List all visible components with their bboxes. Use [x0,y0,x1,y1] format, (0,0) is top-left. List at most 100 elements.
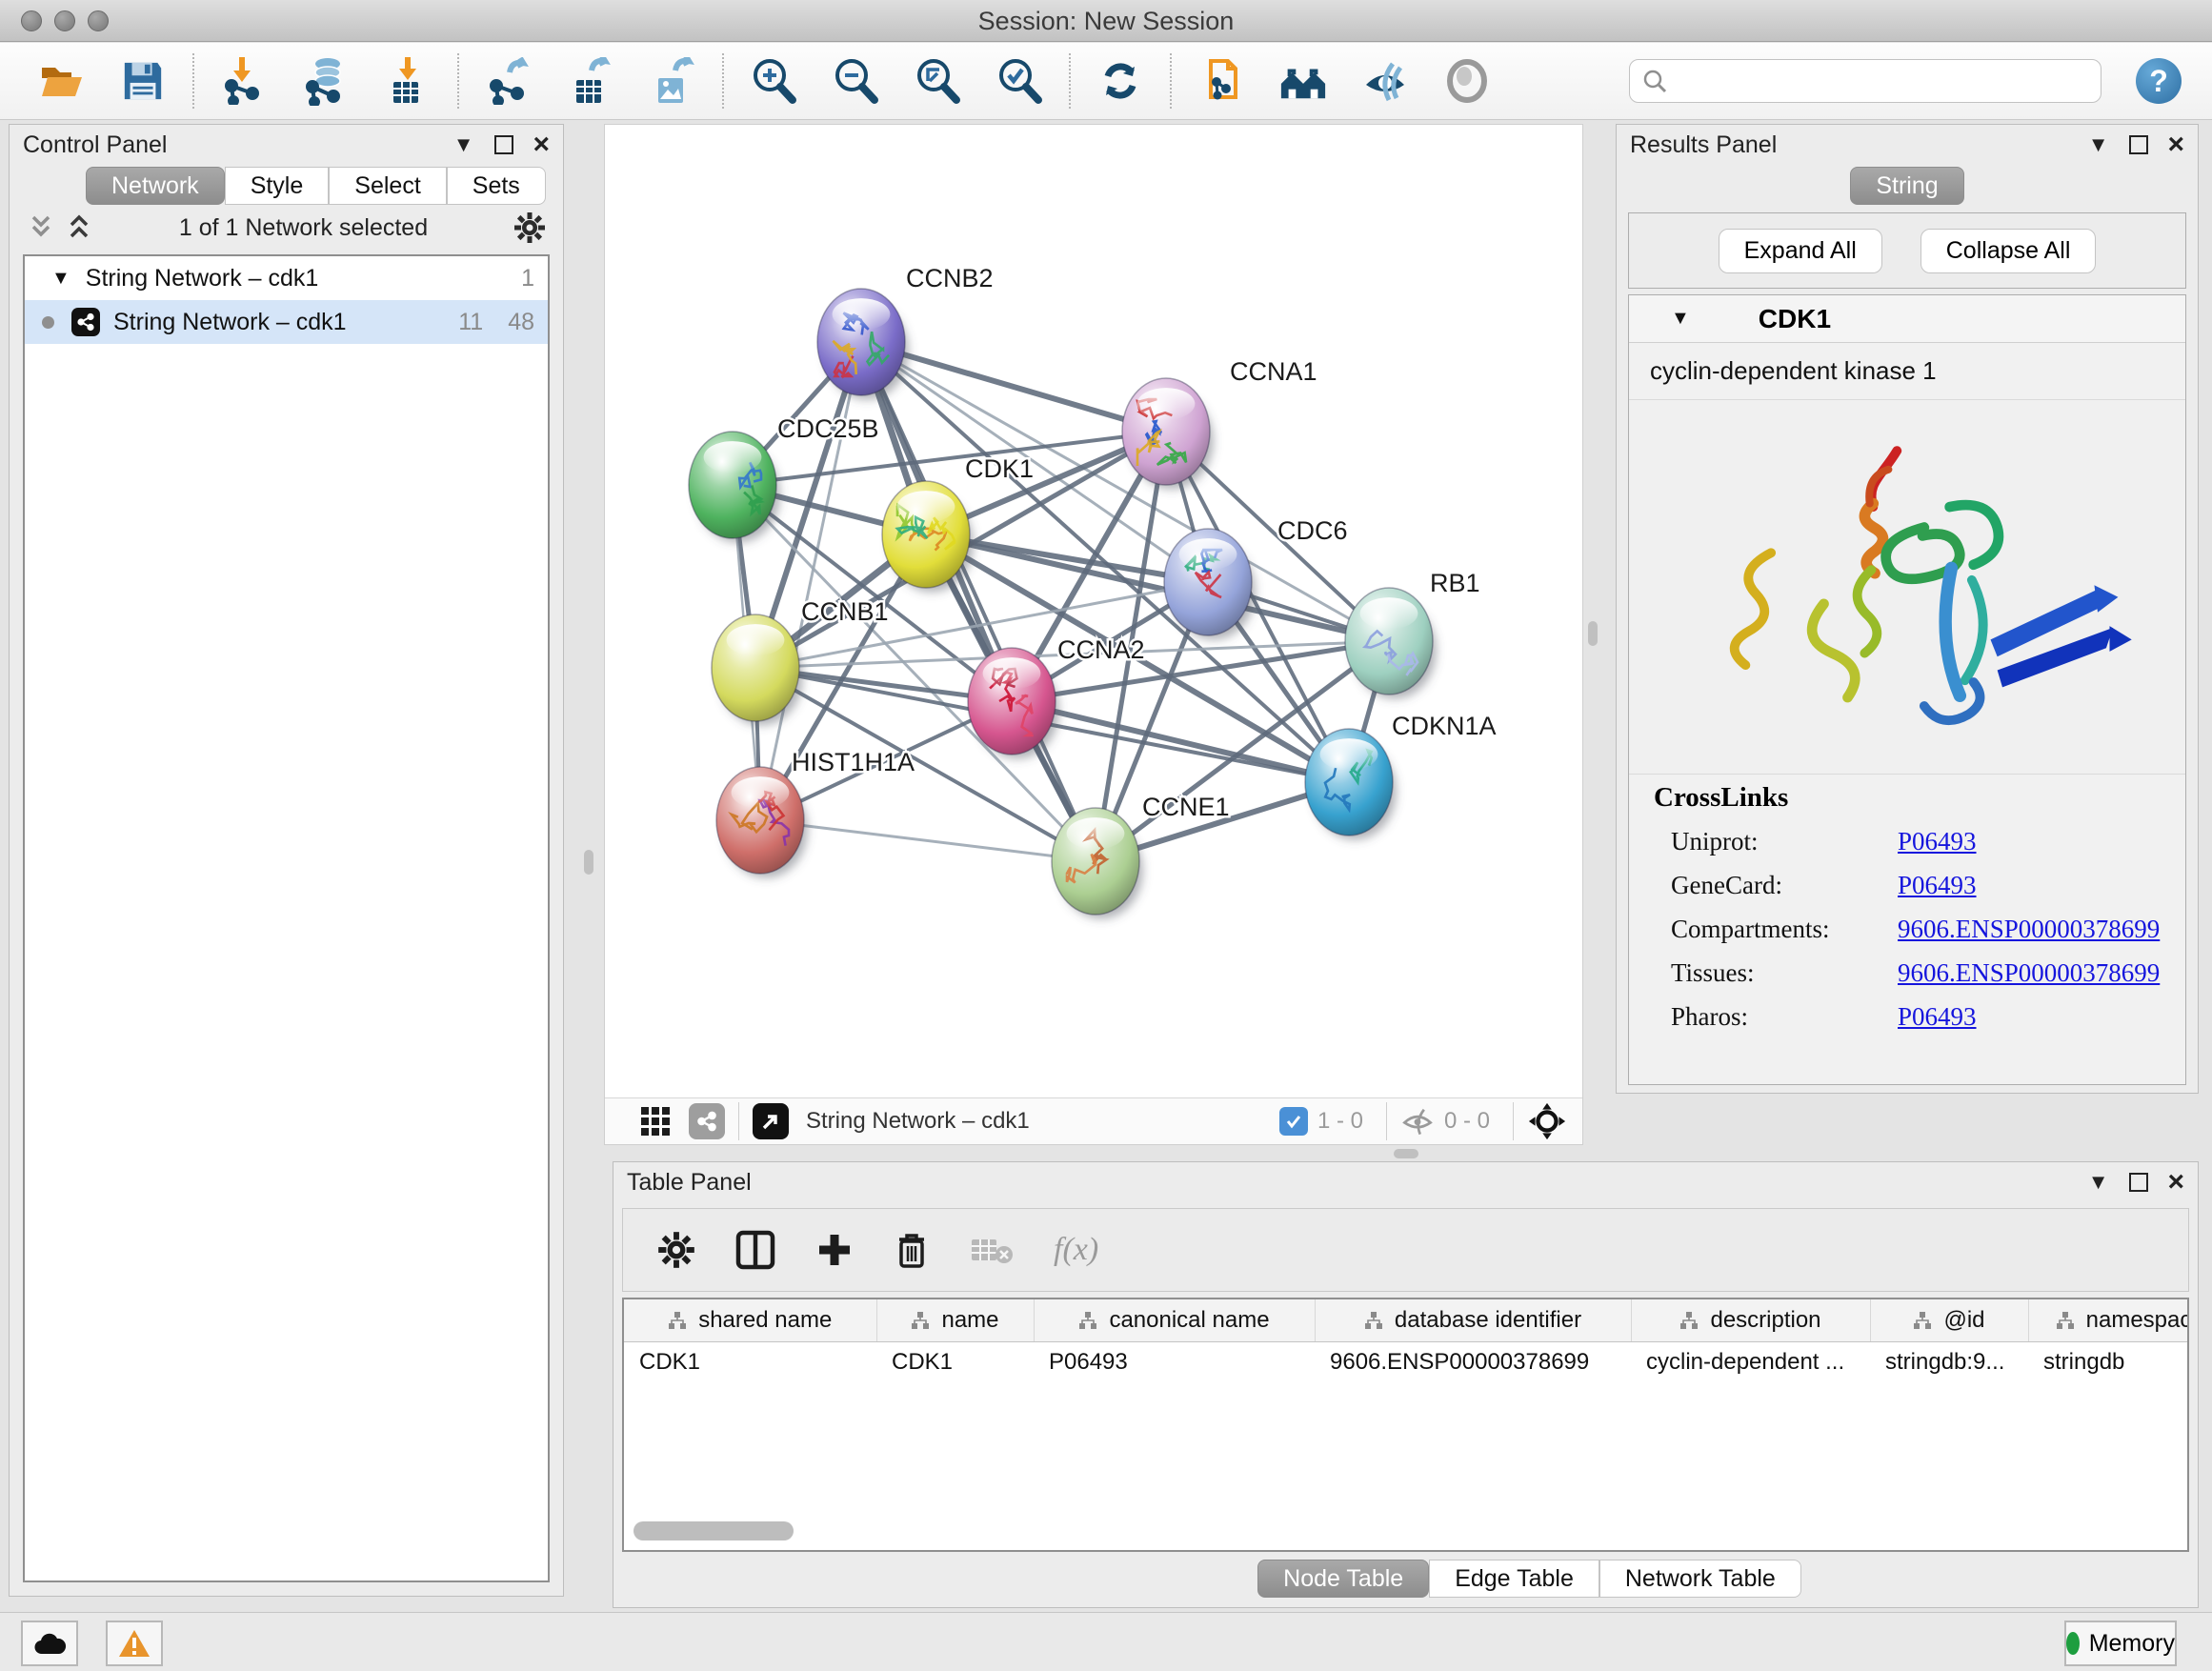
tab-sets[interactable]: Sets [447,167,546,205]
add-icon[interactable] [815,1231,854,1269]
collapse-triangle-icon[interactable]: ▼ [51,268,70,290]
search-input[interactable] [1668,68,2078,94]
network-node-hist1h1a[interactable]: HIST1H1A [716,748,915,877]
memory-button[interactable]: Memory [2064,1621,2177,1666]
network-node-cdkn1a[interactable]: CDKN1A [1305,712,1497,839]
collection-count: 1 [521,265,534,292]
warnings-button[interactable] [106,1621,163,1666]
float-panel-icon[interactable]: ▼ [2088,132,2109,157]
maximize-panel-icon[interactable] [2129,135,2148,154]
zoom-out-button[interactable] [831,56,880,106]
import-network-button[interactable] [219,56,269,106]
close-panel-icon[interactable]: × [533,129,550,161]
network-canvas[interactable]: CCNB2CCNA1CDC25BCDK1CDC6RB1CCNB1CCNA2CDK… [605,125,1584,1093]
tab-edge-table[interactable]: Edge Table [1429,1560,1599,1598]
expand-all-icon[interactable] [65,211,93,244]
zoom-selected-button[interactable] [995,56,1044,106]
close-panel-icon[interactable]: × [2167,1166,2184,1198]
gear-icon[interactable] [657,1231,695,1269]
grid-view-icon[interactable] [639,1105,672,1137]
import-table-button[interactable] [383,56,432,106]
network-collection-row[interactable]: ▼ String Network – cdk1 1 [25,256,548,300]
float-panel-icon[interactable]: ▼ [453,132,474,157]
column-header[interactable]: namespac [2028,1299,2189,1341]
crosslink-value-link[interactable]: P06493 [1898,871,1977,900]
network-edge[interactable] [861,342,1096,861]
export-network-button[interactable] [484,56,533,106]
gear-icon[interactable] [513,211,546,244]
table-row[interactable]: CDK1CDK1P064939606.ENSP00000378699cyclin… [624,1341,2189,1383]
network-node-ccnb1[interactable]: CCNB1 [712,597,889,725]
column-header[interactable]: name [876,1299,1034,1341]
crosslink-value-link[interactable]: 9606.ENSP00000378699 [1898,958,2160,988]
close-panel-icon[interactable]: × [2167,129,2184,161]
collapse-all-icon[interactable] [27,211,55,244]
column-header[interactable]: description [1631,1299,1870,1341]
float-panel-icon[interactable]: ▼ [2088,1170,2109,1195]
zoom-fit-button[interactable] [913,56,962,106]
birds-eye-icon[interactable] [1527,1101,1567,1141]
network-share-icon[interactable] [689,1103,725,1139]
export-image-button[interactable] [648,56,697,106]
open-session-button[interactable] [36,56,86,106]
collapse-all-button[interactable]: Collapse All [1920,229,2097,273]
trash-icon[interactable] [894,1230,930,1270]
eye-button[interactable] [1442,56,1492,106]
expand-all-button[interactable]: Expand All [1719,229,1882,273]
table-cell[interactable]: cyclin-dependent ... [1631,1341,1870,1383]
collapse-triangle-icon[interactable]: ▼ [1671,308,1690,330]
tab-network[interactable]: Network [86,167,225,205]
hidden-eye-icon[interactable] [1400,1107,1435,1136]
tab-network-table[interactable]: Network Table [1599,1560,1801,1598]
tab-string[interactable]: String [1850,167,1963,205]
import-network-from-database-button[interactable] [301,56,351,106]
hide-unhide-button[interactable] [1360,56,1410,106]
share-document-button[interactable] [1196,56,1246,106]
column-header[interactable]: database identifier [1315,1299,1631,1341]
right-splitter-handle[interactable] [1588,621,1598,646]
crosslink-value-link[interactable]: 9606.ENSP00000378699 [1898,915,2160,944]
tab-node-table[interactable]: Node Table [1257,1560,1429,1598]
node-result-header[interactable]: ▼ CDK1 [1629,295,2185,343]
selected-count: 1 - 0 [1317,1108,1363,1135]
horizontal-splitter-handle[interactable] [1394,1149,1418,1158]
network-node-ccnb2[interactable]: CCNB2 [817,264,994,399]
crosslink-value-link[interactable]: P06493 [1898,1002,1977,1032]
zoom-in-button[interactable] [749,56,798,106]
show-columns-icon[interactable] [735,1230,775,1270]
table-cell[interactable]: stringdb [2028,1341,2189,1383]
crosslink-value-link[interactable]: P06493 [1898,827,1977,856]
network-edge[interactable] [926,534,1389,641]
tab-style[interactable]: Style [225,167,330,205]
cloud-button[interactable] [21,1621,78,1666]
help-button[interactable]: ? [2136,58,2182,104]
table-cell[interactable]: P06493 [1034,1341,1315,1383]
table-cell[interactable]: 9606.ENSP00000378699 [1315,1341,1631,1383]
left-splitter-handle[interactable] [584,850,593,875]
table-cell[interactable]: CDK1 [876,1341,1034,1383]
refresh-button[interactable] [1096,56,1145,106]
network-node-rb1[interactable]: RB1 [1345,569,1480,698]
column-header[interactable]: canonical name [1034,1299,1315,1341]
node-label: RB1 [1430,569,1480,597]
table-cell[interactable]: CDK1 [624,1341,876,1383]
network-node-ccne1[interactable]: CCNE1 [1052,793,1230,918]
tab-select[interactable]: Select [329,167,446,205]
table-cell[interactable]: stringdb:9... [1870,1341,2028,1383]
export-table-button[interactable] [566,56,615,106]
table-horizontal-scrollbar[interactable] [630,1520,2182,1544]
scrollbar-thumb[interactable] [633,1521,794,1540]
selected-nodes-checkbox[interactable] [1279,1107,1308,1136]
save-session-button[interactable] [118,56,168,106]
network-node-ccna1[interactable]: CCNA1 [1122,357,1317,489]
column-header[interactable]: shared name [624,1299,876,1341]
home-view-button[interactable] [1278,56,1328,106]
open-in-window-icon[interactable] [753,1103,789,1139]
network-edge[interactable] [760,820,1096,861]
maximize-panel-icon[interactable] [2129,1173,2148,1192]
network-row[interactable]: String Network – cdk1 11 48 [25,300,548,344]
column-header[interactable]: @id [1870,1299,2028,1341]
maximize-panel-icon[interactable] [494,135,513,154]
zoom-out-icon [831,56,880,106]
cloud-icon [32,1631,67,1656]
